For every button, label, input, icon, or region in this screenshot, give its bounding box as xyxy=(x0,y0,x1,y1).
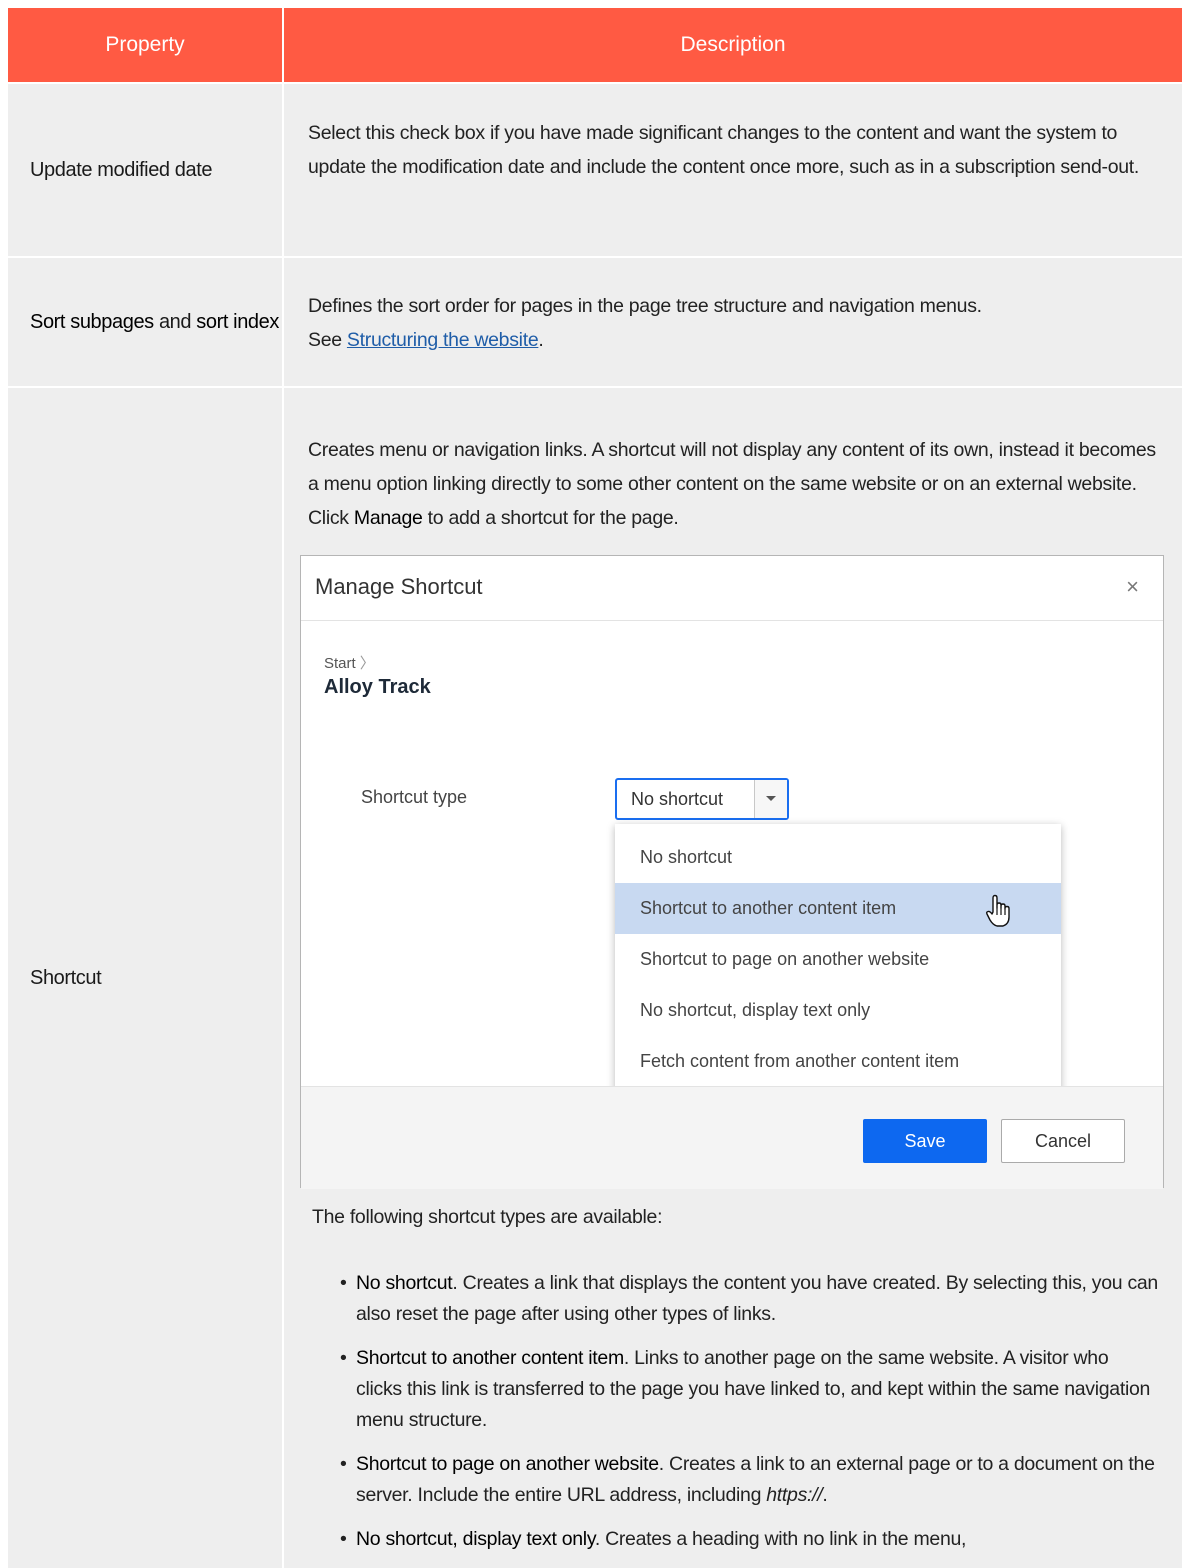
list-term: Shortcut to page on another website xyxy=(356,1453,659,1475)
save-button[interactable]: Save xyxy=(863,1119,987,1163)
property-cell-sort: Sort subpages and sort index xyxy=(8,258,282,386)
property-cell-update: Update modified date xyxy=(8,84,282,256)
breadcrumb: Start 〉 xyxy=(324,652,375,673)
property-name: Update modified date xyxy=(30,159,213,181)
manage-shortcut-dialog: Manage Shortcut × Start 〉 Alloy Track Sho… xyxy=(300,555,1164,1189)
shortcut-type-select[interactable]: No shortcut xyxy=(615,778,789,820)
breadcrumb-start[interactable]: Start xyxy=(324,655,356,672)
property-name: Shortcut xyxy=(30,967,102,989)
dropdown-option[interactable]: Shortcut to page on another website xyxy=(615,934,1061,985)
description-cell-update: Select this check box if you have made s… xyxy=(284,84,1182,256)
dropdown-option[interactable]: No shortcut xyxy=(615,832,1061,883)
list-text: . Creates a heading with no link in the … xyxy=(594,1528,967,1550)
list-term: No shortcut xyxy=(356,1272,453,1294)
description-text: Select this check box if you have made s… xyxy=(308,122,1140,178)
property-term: Sort subpages xyxy=(30,311,154,333)
chevron-down-icon[interactable] xyxy=(754,780,787,818)
url-example: https:// xyxy=(766,1484,823,1506)
list-item: No shortcut, display text only. Creates … xyxy=(340,1524,1158,1555)
chevron-right-icon: 〉 xyxy=(359,655,375,672)
list-term: No shortcut, display text only xyxy=(356,1528,595,1550)
property-name: Sort subpages and sort index xyxy=(8,305,279,339)
intro-text-end: to add a shortcut for the page. xyxy=(422,507,679,529)
description-cell-sort: Defines the sort order for pages in the … xyxy=(284,258,1182,386)
close-icon[interactable]: × xyxy=(1126,574,1139,600)
list-text-end: . xyxy=(822,1484,828,1506)
property-conjunction: and xyxy=(153,311,197,333)
page-title: Alloy Track xyxy=(324,676,431,698)
see-prefix: See xyxy=(308,329,347,351)
shortcut-types-list: No shortcut. Creates a link that display… xyxy=(340,1268,1158,1568)
column-header-property: Property xyxy=(8,8,282,82)
dropdown-option[interactable]: Fetch content from another content item xyxy=(615,1036,1061,1087)
list-item: Shortcut to page on another website. Cre… xyxy=(340,1449,1158,1511)
property-cell-shortcut: Shortcut xyxy=(8,388,282,1568)
list-term: Shortcut to another content item xyxy=(356,1347,624,1369)
list-item: Shortcut to another content item. Links … xyxy=(340,1343,1158,1436)
shortcut-type-dropdown: No shortcut Shortcut to another content … xyxy=(615,824,1061,1094)
description-text: Defines the sort order for pages in the … xyxy=(308,289,1158,357)
dropdown-option-highlighted[interactable]: Shortcut to another content item xyxy=(615,883,1061,934)
hand-cursor-icon xyxy=(985,894,1010,927)
column-header-description: Description xyxy=(284,8,1182,82)
dialog-title: Manage Shortcut xyxy=(315,574,483,599)
shortcut-intro: Creates menu or navigation links. A shor… xyxy=(308,433,1164,535)
dropdown-option[interactable]: No shortcut, display text only xyxy=(615,985,1061,1036)
shortcut-type-label: Shortcut type xyxy=(361,787,468,807)
sort-description: Defines the sort order for pages in the … xyxy=(308,295,982,317)
option-label: Shortcut to another content item xyxy=(640,898,897,918)
list-text: . Creates a link that displays the conte… xyxy=(356,1272,1158,1325)
select-value: No shortcut xyxy=(631,789,724,809)
cancel-button[interactable]: Cancel xyxy=(1001,1119,1125,1163)
see-suffix: . xyxy=(538,329,544,351)
structuring-website-link[interactable]: Structuring the website xyxy=(347,329,539,351)
property-term: sort index xyxy=(196,311,279,333)
types-intro: The following shortcut types are availab… xyxy=(312,1206,663,1228)
dialog-header: Manage Shortcut × xyxy=(301,556,1163,621)
list-item: No shortcut. Creates a link that display… xyxy=(340,1268,1158,1330)
manage-term: Manage xyxy=(353,507,423,529)
